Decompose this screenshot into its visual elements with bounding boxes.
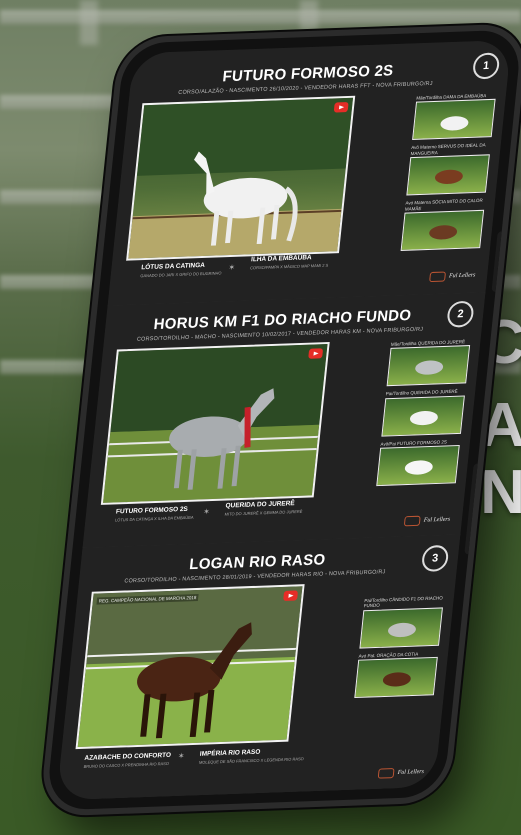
dam-lineage: MITO DO JURERÊ X GEMMA DO JURERÊ (224, 508, 303, 517)
brand-logo: Ful Lellers (423, 516, 451, 524)
sire-name: FUTURO FORMOSO 2S (115, 505, 189, 516)
dam-info: IMPÉRIA RIO RASO MOLEQUE DE SÃO FRANCISC… (199, 747, 305, 765)
card-number-badge: 2 (446, 300, 475, 328)
horse-photo[interactable] (126, 95, 356, 261)
dam-lineage: MOLEQUE DE SÃO FRANCISCO X LEGENDA RIO R… (198, 756, 305, 765)
dam-name: QUERIDA DO JURERÊ (225, 500, 295, 510)
related-thumbs: Mãe/Tordilha QUERIDA DO JURERÊ Pai/Tordi… (376, 339, 473, 491)
sire-info: LÓTUS DA CATINGA GANADO DO JARI X GRIFO … (140, 261, 223, 278)
horse-photo[interactable]: REG. CAMPEÃO NACIONAL DE MARCHA 2018 (75, 584, 305, 750)
brand-logos: Ful Lellers (403, 515, 450, 527)
thumb-image[interactable] (381, 395, 465, 437)
brand-logos: Ful Lellers (377, 767, 424, 779)
thumb-image[interactable] (406, 154, 490, 196)
sire-name: LÓTUS DA CATINGA (140, 261, 206, 272)
card-number-badge: 3 (420, 544, 450, 573)
sire-info: AZABACHE DO CONFORTO BRUNO DO CASCO X PR… (83, 752, 171, 769)
thumb-image[interactable] (412, 99, 496, 141)
sire-lineage: GANADO DO JARI X GRIFO DO BUGRINHO (140, 270, 222, 279)
sire-lineage: BRUNO DO CASCO X PRENDINHA RIO RASO (83, 760, 170, 769)
related-thumbs: Mãe/Tordilha DAMA DA EMBAÚBA Avô Materno… (400, 93, 498, 256)
haras-logo-icon (377, 768, 395, 779)
horse-photo[interactable] (100, 341, 330, 505)
youtube-icon[interactable] (283, 590, 299, 602)
horse-card[interactable]: 2 HORUS KM F1 DO RIACHO FUNDO CORSO/TORD… (82, 292, 486, 549)
horse-card[interactable]: 3 LOGAN RIO RASO CORSO/TORDILHO - NASCIM… (56, 534, 461, 801)
thumb-image[interactable] (400, 209, 485, 251)
phone-side-button (464, 463, 482, 555)
phone-body: 1 FUTURO FORMOSO 2S CORSO/ALAZÃO - NASCI… (38, 23, 521, 817)
brand-logos: Ful Lellers (428, 270, 476, 283)
phone-side-button (491, 231, 506, 292)
dam-lineage: CORSO/PAMPA X MÁGICO MAP MAMI 2 S (249, 262, 329, 271)
horse-card[interactable]: 1 FUTURO FORMOSO 2S CORSO/ALAZÃO - NASCI… (107, 39, 512, 307)
haras-logo-icon (428, 271, 446, 283)
youtube-icon[interactable] (308, 348, 324, 359)
card-number-badge: 1 (471, 52, 501, 80)
thumb-image[interactable] (386, 345, 471, 387)
related-thumbs: Pai/Tordilho CÂNDIDO F1 DO RIACHO FUNDO … (354, 595, 446, 703)
star-icon: ✶ (177, 751, 185, 761)
thumb-image[interactable] (359, 607, 443, 649)
white-horse-image (128, 97, 354, 259)
dam-info: ILHA DA EMBAÚBA CORSO/PAMPA X MÁGICO MAP… (250, 253, 330, 270)
brand-logo: Ful Lellers (397, 768, 425, 776)
star-icon: ✶ (227, 262, 236, 273)
brand-logo: Ful Lellers (448, 272, 476, 280)
sire-info: FUTURO FORMOSO 2S LÓTUS DA CATINGA X ILH… (115, 506, 195, 523)
phone-screen: 1 FUTURO FORMOSO 2S CORSO/ALAZÃO - NASCI… (56, 39, 512, 801)
haras-logo-icon (403, 515, 421, 527)
thumb-image[interactable] (354, 657, 438, 699)
dam-info: QUERIDA DO JURERÊ MITO DO JURERÊ X GEMMA… (224, 500, 303, 517)
bay-horse-image (77, 586, 303, 748)
star-icon: ✶ (202, 507, 211, 517)
youtube-icon[interactable] (333, 101, 349, 113)
sire-lineage: LÓTUS DA CATINGA X ILHA DA EMBAÚBA (114, 514, 194, 523)
gray-horse-image (103, 344, 328, 503)
thumb-image[interactable] (376, 445, 460, 487)
dam-name: ILHA DA EMBAÚBA (250, 254, 312, 264)
phone-mockup: 1 FUTURO FORMOSO 2S CORSO/ALAZÃO - NASCI… (0, 0, 521, 835)
dam-name: IMPÉRIA RIO RASO (199, 748, 261, 758)
